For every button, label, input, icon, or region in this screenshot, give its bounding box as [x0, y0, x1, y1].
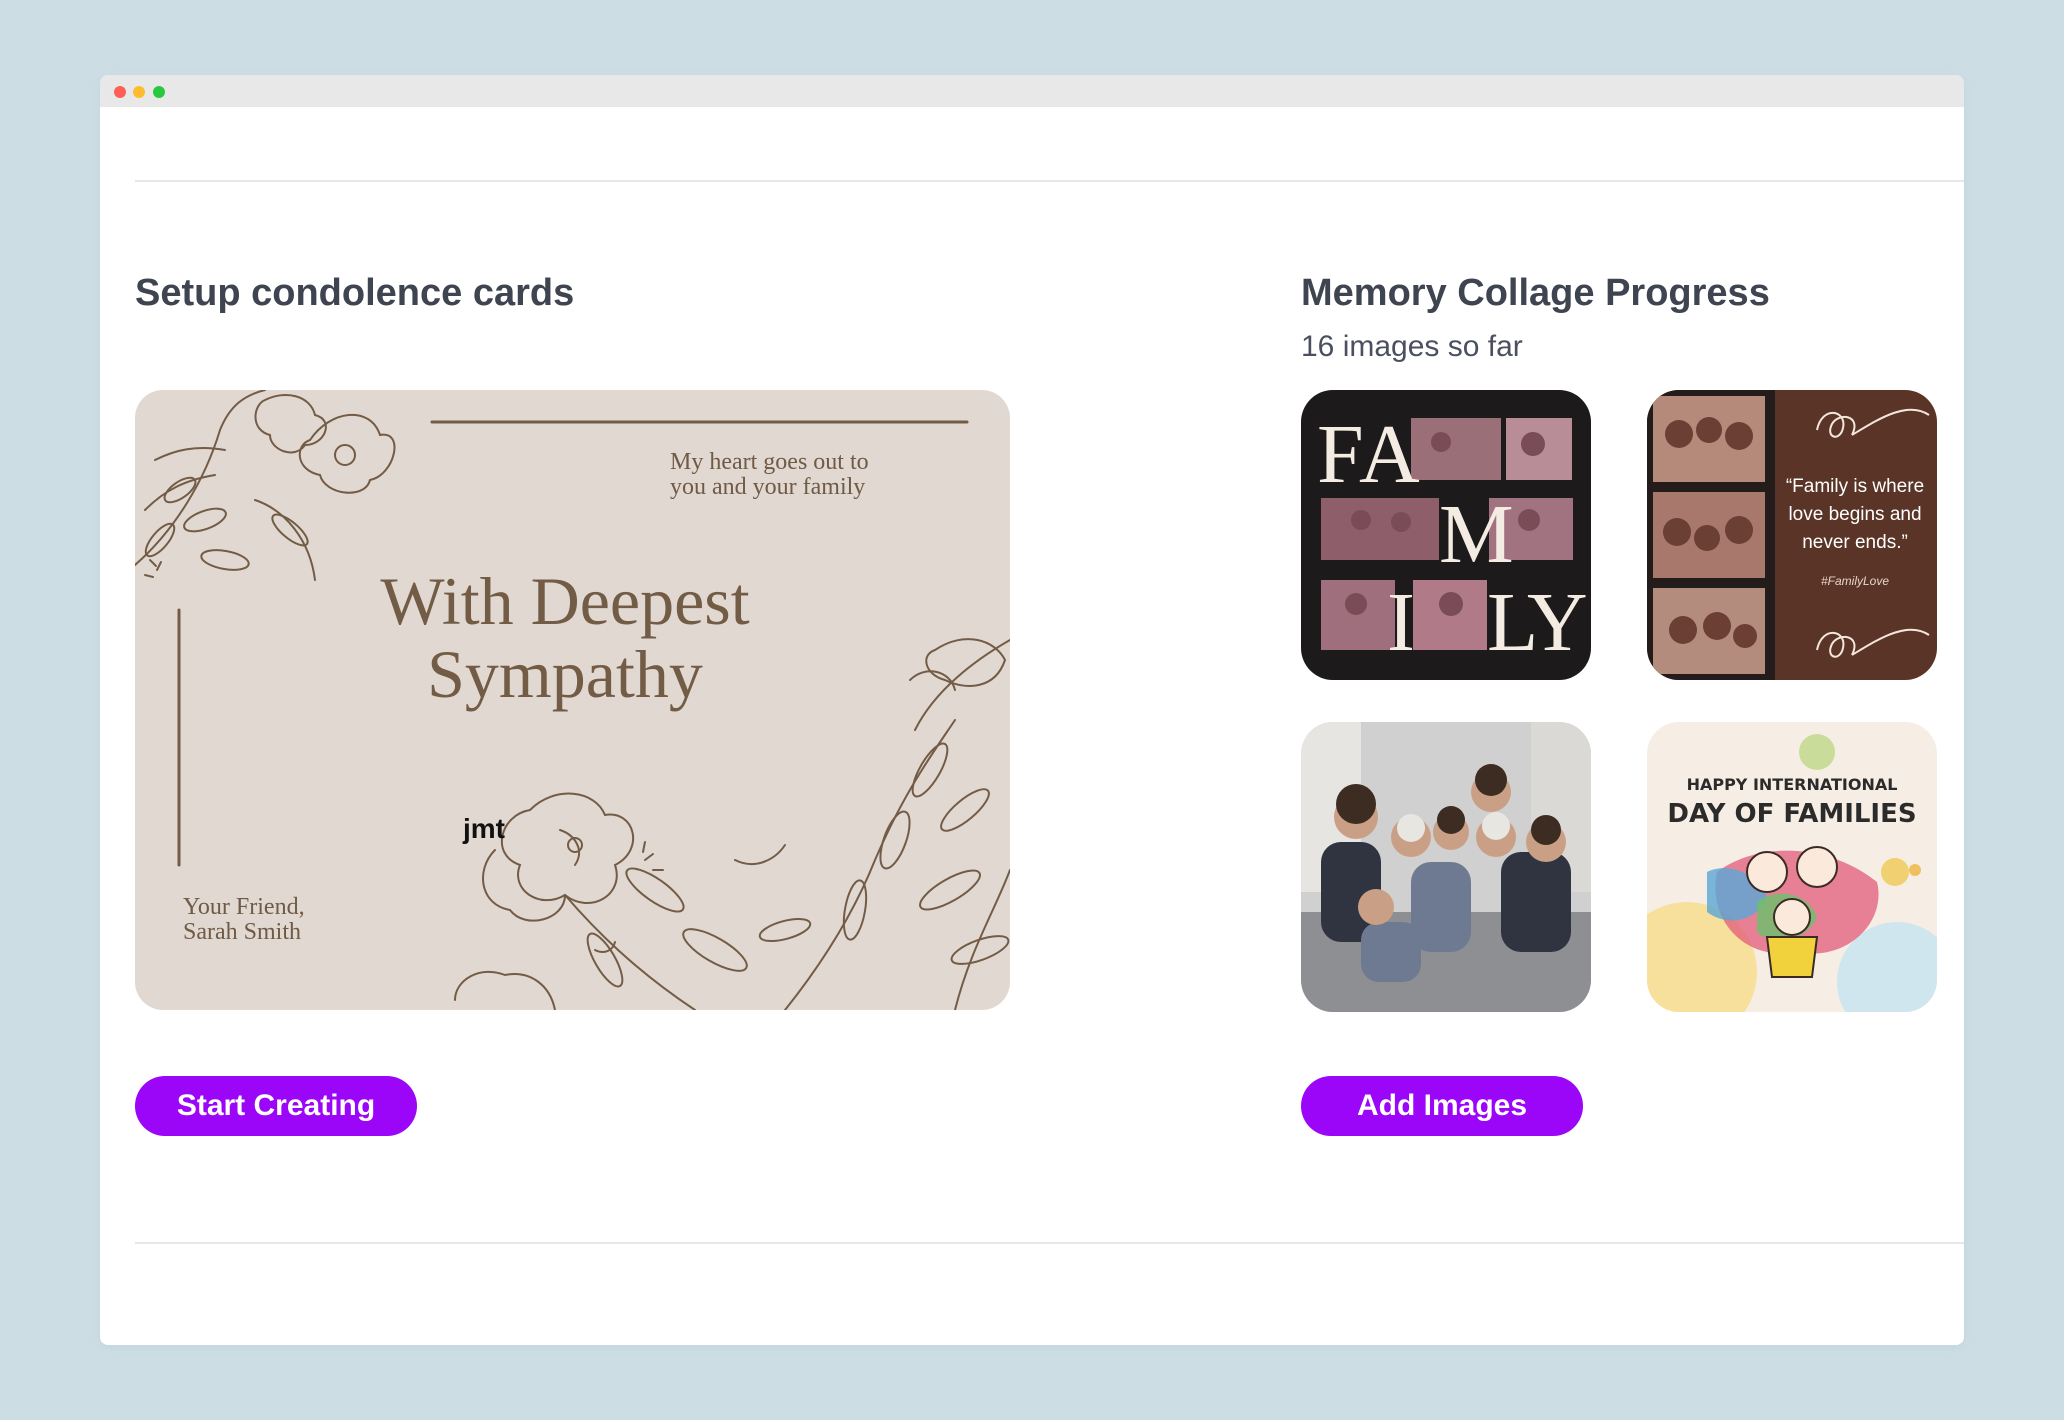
minimize-window-dot-icon[interactable]: [133, 86, 145, 98]
collage-thumbnail-family-letters[interactable]: F A M I L Y: [1301, 390, 1591, 680]
card-title: With Deepest Sympathy: [355, 565, 775, 711]
family-letters-image-icon: F A M I L Y: [1301, 390, 1591, 680]
card-message: My heart goes out to you and your family: [670, 450, 930, 500]
top-divider: [135, 180, 1964, 182]
condolence-card-preview[interactable]: My heart goes out to you and your family…: [135, 390, 1010, 1010]
quote-line3: never ends.”: [1802, 532, 1908, 553]
card-message-line2: you and your family: [670, 474, 866, 500]
collage-thumbnail-families-day[interactable]: HAPPY INTERNATIONAL DAY OF FAMILIES: [1647, 722, 1937, 1012]
families-day-line2: DAY OF FAMILIES: [1667, 799, 1916, 829]
add-images-button[interactable]: Add Images: [1301, 1076, 1583, 1136]
collage-section-heading: Memory Collage Progress: [1301, 272, 1770, 314]
family-letter-m: M: [1439, 488, 1514, 581]
condolence-section-heading: Setup condolence cards: [135, 272, 575, 314]
start-creating-button[interactable]: Start Creating: [135, 1076, 417, 1136]
close-window-dot-icon[interactable]: [114, 86, 126, 98]
collage-image-count: 16 images so far: [1301, 330, 1523, 363]
family-letter-i: I: [1387, 576, 1415, 669]
bottom-divider: [135, 1242, 1964, 1244]
card-message-line1: My heart goes out to: [670, 449, 869, 475]
families-day-line1: HAPPY INTERNATIONAL: [1687, 775, 1898, 794]
card-signature: Your Friend, Sarah Smith: [183, 895, 383, 945]
quote-line2: love begins and: [1788, 504, 1921, 525]
quote-hashtag: #FamilyLove: [1821, 574, 1889, 588]
family-quote-image-icon: “Family is where love begins and never e…: [1647, 390, 1937, 680]
collage-thumbnail-family-photo[interactable]: [1301, 722, 1591, 1012]
card-signature-line1: Your Friend,: [183, 894, 305, 920]
family-photo-image-icon: [1301, 722, 1591, 1012]
family-letter-f: F: [1317, 408, 1364, 501]
family-letter-y: Y: [1527, 576, 1588, 669]
maximize-window-dot-icon[interactable]: [153, 86, 165, 98]
quote-line1: “Family is where: [1786, 476, 1924, 497]
family-letter-a: A: [1359, 408, 1420, 501]
window-titlebar: [100, 75, 1964, 107]
families-day-image-icon: HAPPY INTERNATIONAL DAY OF FAMILIES: [1647, 722, 1937, 1012]
card-title-line1: With Deepest: [380, 563, 750, 639]
card-title-line2: Sympathy: [427, 636, 703, 712]
card-signature-line2: Sarah Smith: [183, 919, 301, 945]
collage-thumbnail-family-quote[interactable]: “Family is where love begins and never e…: [1647, 390, 1937, 680]
browser-window: Setup condolence cards My heart goes out…: [100, 75, 1964, 1345]
card-initials: jmt: [463, 813, 505, 844]
